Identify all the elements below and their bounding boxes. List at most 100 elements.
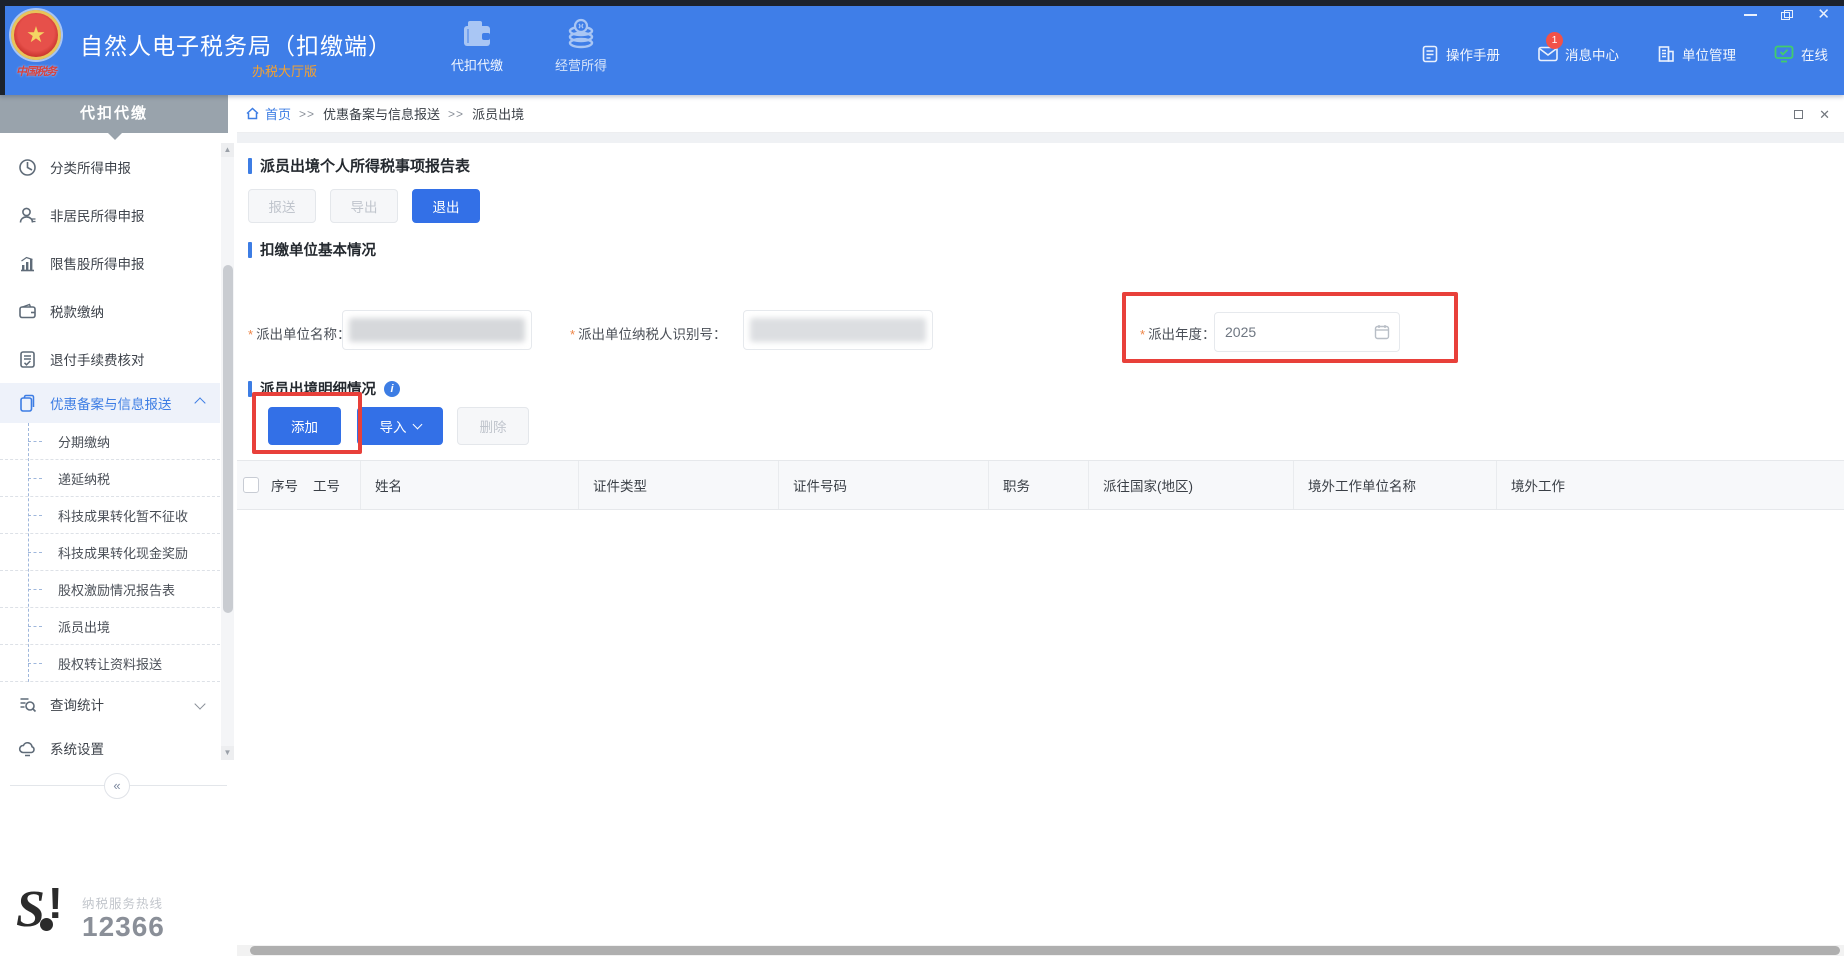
sidebar-item-restricted-shares[interactable]: 限售股所得申报 [0, 239, 220, 287]
header-cell: 职务 [989, 461, 1089, 509]
tree-stub [28, 441, 42, 442]
menu-unit-management[interactable]: 单位管理 [1657, 44, 1736, 64]
top-nav-business-income[interactable]: 经营所得 [542, 18, 620, 74]
sidebar-item-nonresident-income[interactable]: 非居民所得申报 [0, 191, 220, 239]
report-form-card: 派员出境个人所得税事项报告表 报送 导出 退出 扣缴单位基本情况 *派出单位名称… [237, 143, 1844, 945]
breadcrumb-home[interactable]: 首页 [245, 104, 291, 123]
header-menu: 操作手册 1 消息中心 [1421, 44, 1828, 64]
sidebar-item-preferential-filing[interactable]: 优惠备案与信息报送 [0, 383, 220, 423]
bar-chart-icon [18, 254, 37, 273]
breadcrumb-level1: 优惠备案与信息报送 [323, 104, 440, 123]
submenu-item-tech-achievement-no-levy[interactable]: 科技成果转化暂不征收 [0, 497, 220, 534]
horizontal-scrollbar[interactable] [237, 945, 1844, 956]
required-mark: * [248, 327, 253, 342]
submenu-item-tech-achievement-cash-award[interactable]: 科技成果转化现金奖励 [0, 534, 220, 571]
sidebar-item-label: 限售股所得申报 [50, 253, 145, 273]
sidebar-item-label: 系统设置 [50, 738, 104, 758]
menu-online-status[interactable]: 在线 [1774, 44, 1828, 64]
sidebar-scrollbar[interactable]: ▲ ▼ [221, 143, 234, 760]
tree-stub [28, 626, 42, 627]
wallet-icon [460, 18, 494, 50]
sidebar-item-system-settings[interactable]: 系统设置 [0, 726, 220, 760]
restore-button[interactable] [1781, 10, 1793, 20]
receipt-check-icon [18, 350, 37, 369]
breadcrumb-separator: >> [299, 107, 315, 121]
page-title: 派员出境个人所得税事项报告表 [260, 155, 470, 176]
hotline-block: S ! 纳税服务热线 12366 [14, 880, 165, 944]
menu-label: 消息中心 [1565, 44, 1619, 64]
header-cell: 境外工作单位名称 [1294, 461, 1497, 509]
info-icon[interactable]: i [384, 381, 400, 397]
header-cell: 工号 [299, 461, 361, 509]
hotline-label: 纳税服务热线 [82, 893, 165, 912]
submenu-item-equity-incentive-report[interactable]: 股权激励情况报告表 [0, 571, 220, 608]
submenu-item-deferred-tax[interactable]: 递延纳税 [0, 460, 220, 497]
headset-dot [40, 918, 53, 931]
unit-name-input[interactable] [342, 310, 532, 350]
star-icon: ★ [26, 24, 46, 46]
window-frame-left [0, 0, 5, 95]
exit-button[interactable]: 退出 [412, 189, 480, 223]
breadcrumb-separator: >> [448, 107, 464, 121]
sidebar-item-classified-income[interactable]: 分类所得申报 [0, 143, 220, 191]
sidebar-item-label: 非居民所得申报 [50, 205, 145, 225]
menu-messages[interactable]: 1 消息中心 [1538, 44, 1619, 64]
sidebar-item-tax-payment[interactable]: 税款缴纳 [0, 287, 220, 335]
scroll-down-icon[interactable]: ▼ [221, 746, 234, 760]
collapse-sidebar-button[interactable]: « [104, 773, 130, 799]
submenu-item-installment-payment[interactable]: 分期缴纳 [0, 423, 220, 460]
close-button[interactable]: ✕ [1817, 8, 1830, 22]
documents-icon [18, 394, 37, 413]
import-label: 导入 [380, 416, 407, 436]
export-button[interactable]: 导出 [330, 189, 398, 223]
coins-icon [564, 18, 598, 50]
tree-stub [28, 552, 42, 553]
sidebar-item-query-statistics[interactable]: 查询统计 [0, 682, 220, 726]
search-list-icon [18, 695, 37, 714]
panel-close-icon[interactable]: ✕ [1819, 108, 1830, 121]
menu-label: 单位管理 [1682, 44, 1736, 64]
content-area: 首页 >> 优惠备案与信息报送 >> 派员出境 ✕ 派员出境个人所得税事项报告表… [237, 95, 1844, 956]
pie-clock-icon [18, 158, 37, 177]
message-count-badge: 1 [1546, 32, 1563, 49]
national-emblem-icon: ★ [11, 10, 61, 60]
redacted-value [750, 318, 926, 342]
sidebar-item-label: 查询统计 [50, 694, 104, 714]
select-all-checkbox[interactable] [243, 477, 259, 493]
top-nav: 代扣代缴 经营所得 [438, 18, 620, 74]
app-subtitle: 办税大厅版 [252, 61, 317, 80]
submenu-label: 递延纳税 [58, 469, 110, 488]
menu-label: 操作手册 [1446, 44, 1500, 64]
calendar-icon[interactable] [1374, 324, 1390, 340]
dispatch-year-input[interactable] [1214, 312, 1400, 352]
submenu-label: 科技成果转化暂不征收 [58, 506, 188, 525]
unit-tax-id-input[interactable] [743, 310, 933, 350]
chevron-down-icon [412, 419, 422, 429]
sidebar-item-refund-fee-check[interactable]: 退付手续费核对 [0, 335, 220, 383]
sidebar-item-label: 优惠备案与信息报送 [50, 393, 172, 413]
submenu-item-equity-transfer-filing[interactable]: 股权转让资料报送 [0, 645, 220, 682]
header-cell: 派往国家(地区) [1089, 461, 1294, 509]
scroll-up-icon[interactable]: ▲ [221, 143, 234, 157]
submenu-label: 分期缴纳 [58, 432, 110, 451]
home-icon [245, 106, 260, 121]
submit-button[interactable]: 报送 [248, 189, 316, 223]
top-nav-withholding[interactable]: 代扣代缴 [438, 18, 516, 74]
menu-manual[interactable]: 操作手册 [1421, 44, 1500, 64]
cloud-settings-icon [18, 739, 37, 758]
scrollbar-thumb[interactable] [223, 265, 233, 613]
submenu-item-dispatch-exit[interactable]: 派员出境 [0, 608, 220, 645]
minimize-button[interactable] [1744, 14, 1757, 16]
delete-button[interactable]: 删除 [457, 407, 529, 445]
header-cell: 证件类型 [579, 461, 779, 509]
import-button[interactable]: 导入 [357, 407, 443, 445]
app-header: ★ 中国税务 自然人电子税务局（扣缴端） 办税大厅版 代扣代缴 [0, 0, 1844, 95]
panel-maximize-icon[interactable] [1794, 110, 1803, 119]
section-bar [248, 158, 252, 174]
hotline-logo-icon: S ! [14, 880, 72, 944]
required-mark: * [570, 327, 575, 342]
dispatch-year-label: *派出年度： [1140, 323, 1216, 343]
section-title: 扣缴单位基本情况 [260, 239, 376, 260]
header-cell: 姓名 [361, 461, 579, 509]
horizontal-scrollbar-thumb[interactable] [250, 946, 1840, 955]
